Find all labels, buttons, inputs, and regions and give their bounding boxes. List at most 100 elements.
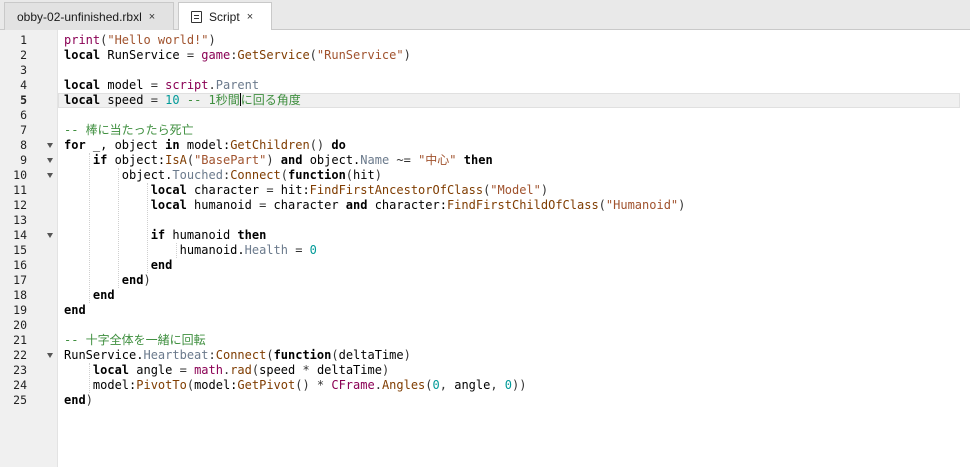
code-token: 10 [165, 93, 180, 107]
line-number: 15 [13, 243, 27, 257]
code-token: end [150, 258, 173, 272]
code-token: ) [540, 183, 549, 197]
code-token: RunService [100, 48, 187, 62]
tab-label: obby-02-unfinished.rbxl [17, 9, 142, 24]
fold-toggle-icon[interactable] [47, 143, 53, 148]
line-number: 11 [13, 183, 27, 197]
line-number: 12 [13, 198, 27, 212]
code-line[interactable]: humanoid.Health = 0 [64, 243, 317, 258]
code-line[interactable]: RunService.Heartbeat:Connect(function(de… [64, 348, 411, 363]
code-line[interactable]: if object:IsA("BasePart") and object.Nam… [64, 153, 493, 168]
code-token: ~= [389, 153, 419, 167]
line-number: 20 [13, 318, 27, 332]
line-number: 14 [13, 228, 27, 242]
code-line[interactable]: local speed = 10 -- 1秒間に回る角度 [64, 93, 301, 108]
code-token: () [309, 138, 332, 152]
code-token: in [165, 138, 180, 152]
line-number: 5 [20, 93, 27, 107]
code-token: do [331, 138, 346, 152]
code-token: end [64, 393, 86, 407]
code-line[interactable]: object.Touched:Connect(function(hit) [64, 168, 382, 183]
code-token: speed [100, 93, 151, 107]
code-token: and [345, 198, 368, 212]
line-number: 22 [13, 348, 27, 362]
code-token: "Model" [490, 183, 541, 197]
code-token: . [208, 78, 216, 92]
code-token: IsA [165, 153, 187, 167]
code-token: 0 [432, 378, 440, 392]
code-token: Parent [215, 78, 260, 92]
code-token: ( [425, 378, 433, 392]
code-token: ) [678, 198, 686, 212]
code-token: hit: [280, 183, 310, 197]
code-token: then [237, 228, 267, 242]
code-token: game [201, 48, 231, 62]
code-line[interactable]: local model = script.Parent [64, 78, 259, 93]
code-token: "Humanoid" [605, 198, 679, 212]
code-token: ) [374, 168, 382, 182]
code-token: then [463, 153, 493, 167]
code-token: * [302, 363, 317, 377]
code-line[interactable]: local angle = math.rad(speed * deltaTime… [64, 363, 389, 378]
code-line[interactable]: if humanoid then [64, 228, 267, 243]
code-token: model: [64, 378, 137, 392]
code-line[interactable]: for _, object in model:GetChildren() do [64, 138, 346, 153]
code-token: ( [598, 198, 606, 212]
line-number: 16 [13, 258, 27, 272]
code-line[interactable]: local character = hit:FindFirstAncestorO… [64, 183, 548, 198]
code-token: ) [403, 348, 411, 362]
code-token: FindFirstAncestorOfClass [309, 183, 484, 197]
code-token: deltaTime [338, 348, 404, 362]
code-line[interactable]: print("Hello world!") [64, 33, 216, 48]
code-token: end [121, 273, 144, 287]
code-token: model: [194, 378, 238, 392]
code-token: local [150, 198, 187, 212]
code-line[interactable]: end) [64, 273, 151, 288]
close-icon[interactable]: × [149, 11, 155, 23]
code-line[interactable]: local RunService = game:GetService("RunS… [64, 48, 411, 63]
code-token: -- 1秒間 [186, 93, 240, 107]
line-number: 24 [13, 378, 27, 392]
code-token: Touched [172, 168, 223, 182]
code-token: = [150, 93, 166, 107]
fold-toggle-icon[interactable] [47, 173, 53, 178]
fold-toggle-icon[interactable] [47, 233, 53, 238]
line-number: 19 [13, 303, 27, 317]
code-token: . [374, 378, 382, 392]
code-token: "RunService" [316, 48, 404, 62]
code-token: local [150, 183, 187, 197]
code-token: and [280, 153, 303, 167]
code-token: character [186, 183, 267, 197]
code-token: 0 [309, 243, 317, 257]
code-token: rad [230, 363, 252, 377]
close-icon[interactable]: × [247, 11, 253, 23]
code-token: hit [353, 168, 375, 182]
code-token: ) [85, 393, 93, 407]
script-editor[interactable]: 1 print("Hello world!") 2 local RunService … [0, 30, 970, 467]
code-token: ( [309, 48, 317, 62]
code-token: Angles [381, 378, 426, 392]
fold-toggle-icon[interactable] [47, 353, 53, 358]
line-number: 2 [20, 48, 27, 62]
line-number: 7 [20, 123, 27, 137]
code-token: -- 棒に当たったら死亡 [64, 123, 194, 137]
code-token: Connect [230, 168, 281, 182]
code-token: Health [244, 243, 288, 257]
tab-place-file[interactable]: obby-02-unfinished.rbxl × [4, 2, 174, 30]
fold-column [44, 30, 58, 467]
code-line[interactable]: local humanoid = character and character… [64, 198, 686, 213]
code-line[interactable]: end [64, 303, 86, 318]
code-token: -- 十字全体を一緒に回転 [64, 333, 206, 347]
code-line[interactable]: -- 棒に当たったら死亡 [64, 123, 194, 138]
code-token: GetService [237, 48, 310, 62]
fold-toggle-icon[interactable] [47, 158, 53, 163]
tab-script[interactable]: Script × [178, 2, 272, 31]
code-line[interactable]: -- 十字全体を一緒に回転 [64, 333, 206, 348]
code-token: end [92, 288, 115, 302]
code-token: )) [512, 378, 527, 392]
code-line[interactable]: model:PivotTo(model:GetPivot() * CFrame.… [64, 378, 527, 393]
code-line[interactable]: end) [64, 393, 93, 408]
